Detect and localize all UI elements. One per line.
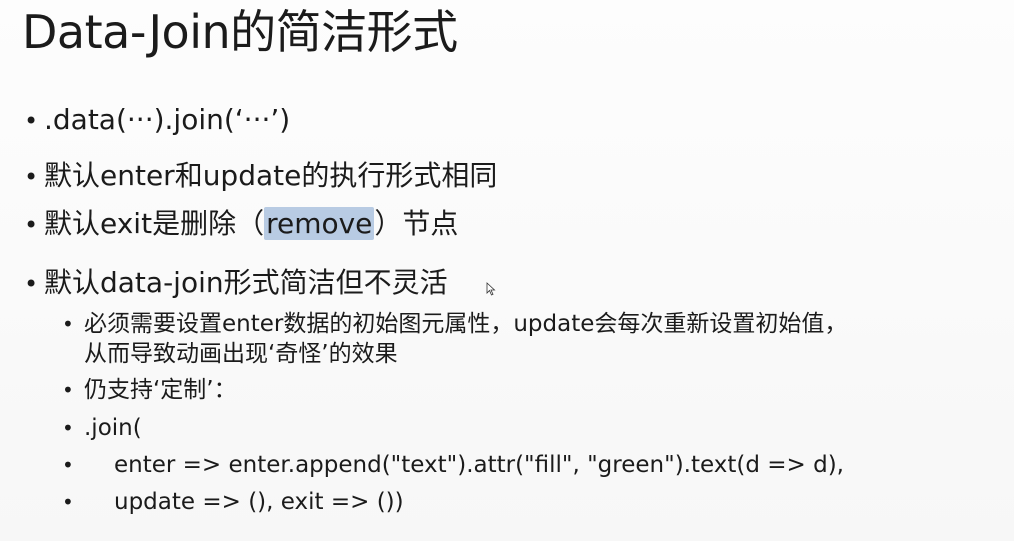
bullet-dot-icon: • (62, 312, 74, 336)
bullet-text-pre: 默认exit是删除（ (44, 207, 265, 240)
slide: Data-Join的简洁形式 • .data(···).join(‘···’) … (0, 0, 1014, 541)
mouse-cursor-icon (486, 282, 496, 296)
bullet-item: • 默认exit是删除（remove）节点 (24, 206, 458, 241)
bullet-dot-icon: • (62, 490, 74, 514)
sub-bullet-item: • 必须需要设置enter数据的初始图元属性，update会每次重新设置初始值，… (62, 310, 984, 370)
sub-bullet-text: 必须需要设置enter数据的初始图元属性，update会每次重新设置初始值， 从… (84, 310, 984, 370)
bullet-text: .data(···).join(‘···’) (44, 103, 291, 136)
bullet-item: • 默认enter和update的执行形式相同 (24, 158, 497, 193)
slide-title: Data-Join的简洁形式 (22, 5, 458, 59)
bullet-dot-icon: • (62, 378, 74, 402)
bullet-item: • 默认data-join形式简洁但不灵活 (24, 265, 448, 300)
sub-bullet-item: • .join( (62, 414, 142, 444)
sub-bullet-text: 仍支持‘定制’： (84, 377, 237, 403)
code-line: update => (), exit => ()) (114, 489, 404, 515)
highlighted-text: remove (264, 207, 375, 240)
bullet-dot-icon: • (62, 416, 74, 440)
bullet-dot-icon: • (24, 211, 39, 239)
bullet-text: 默认enter和update的执行形式相同 (44, 159, 498, 192)
bullet-dot-icon: • (24, 270, 39, 298)
sub-bullet-item: • enter => enter.append("text").attr("fi… (62, 451, 844, 481)
sub-bullet-text: .join( (84, 415, 142, 441)
sub-bullet-item: • update => (), exit => ()) (62, 488, 404, 518)
bullet-text: 默认exit是删除（remove）节点 (44, 206, 458, 241)
code-line: enter => enter.append("text").attr("fill… (114, 452, 844, 478)
bullet-text: 默认data-join形式简洁但不灵活 (44, 266, 448, 299)
bullet-dot-icon: • (24, 107, 39, 135)
sub-bullet-line: 必须需要设置enter数据的初始图元属性，update会每次重新设置初始值， (84, 311, 848, 337)
bullet-item: • .data(···).join(‘···’) (24, 102, 290, 137)
bullet-dot-icon: • (24, 163, 39, 191)
sub-bullet-item: • 仍支持‘定制’： (62, 376, 237, 406)
sub-bullet-line: 从而导致动画出现‘奇怪’的效果 (84, 340, 398, 367)
bullet-text-post: ）节点 (374, 207, 459, 240)
bullet-dot-icon: • (62, 453, 74, 477)
